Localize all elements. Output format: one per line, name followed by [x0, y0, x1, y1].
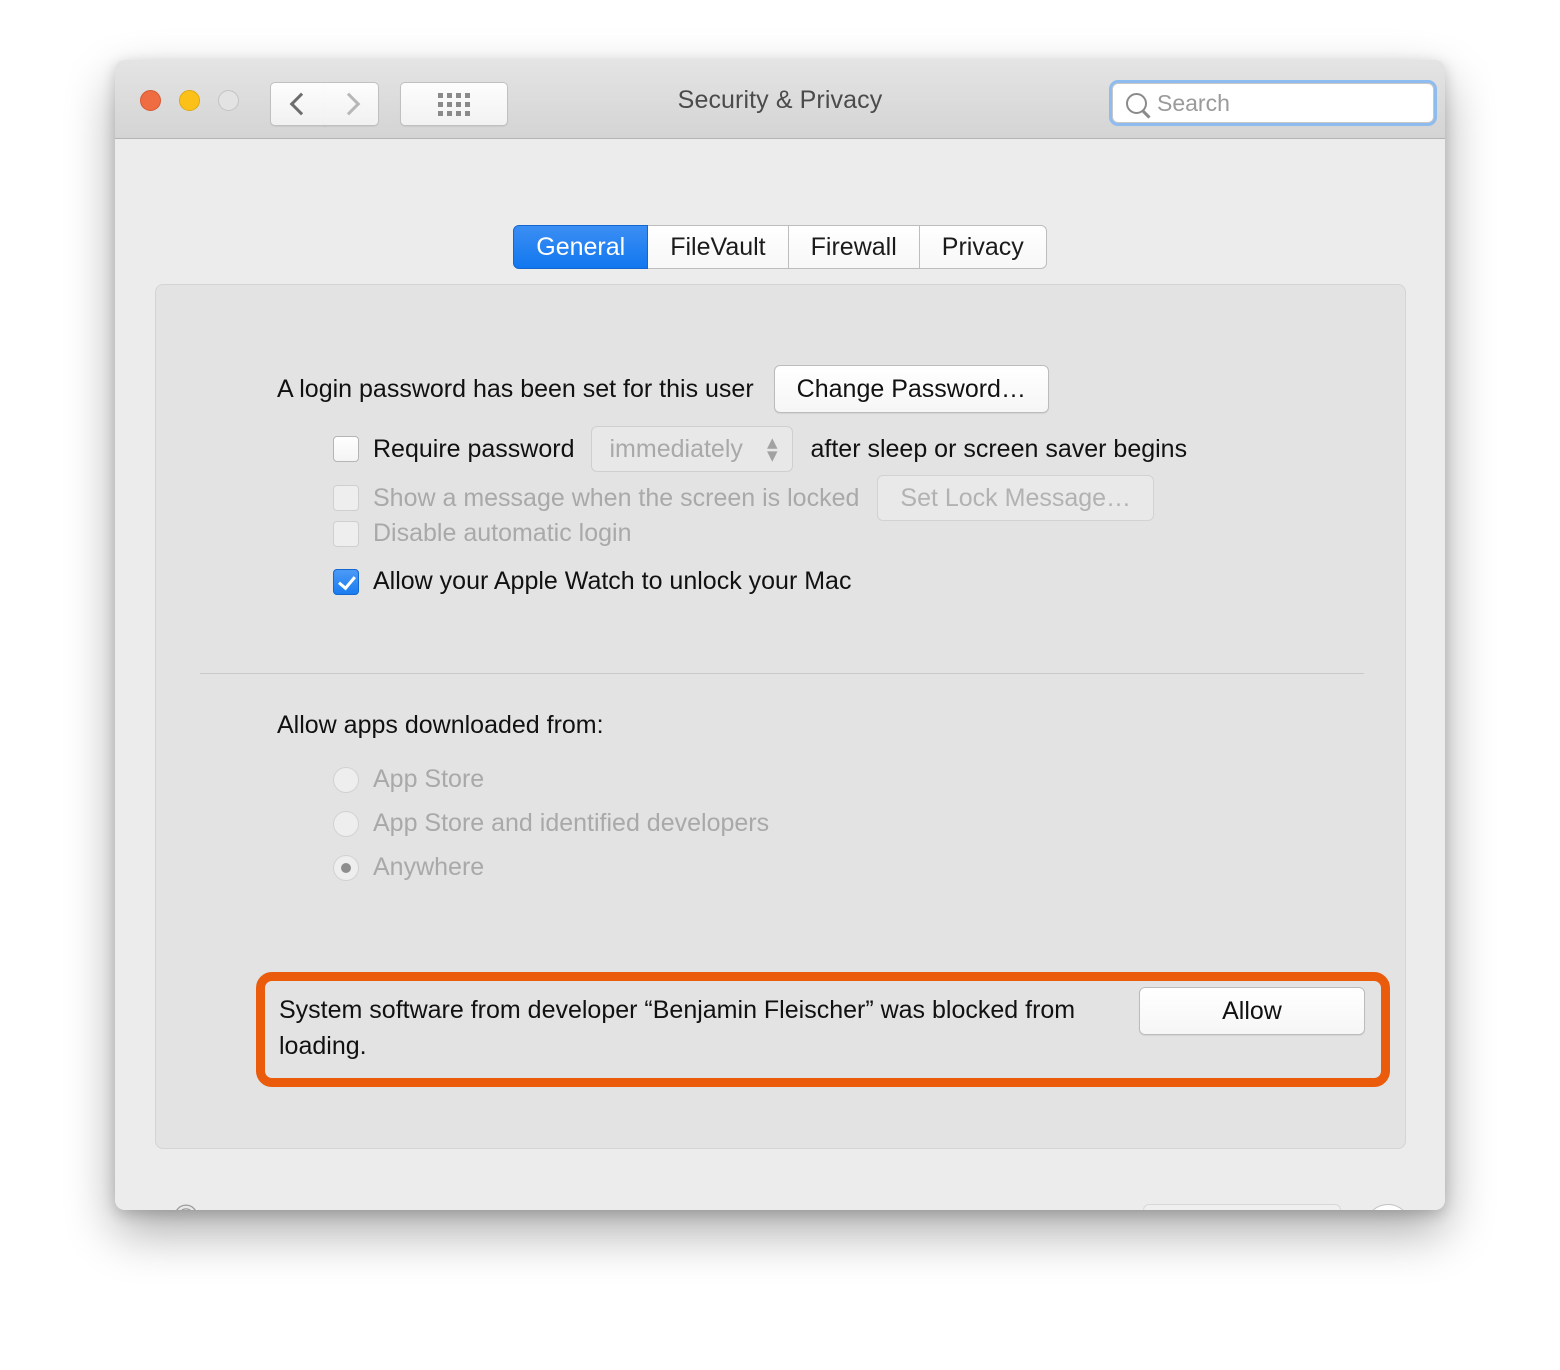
show-lock-message-row: Show a message when the screen is locked… [333, 475, 1155, 521]
require-password-delay-popup[interactable]: immediately ▴ ▾ [590, 426, 793, 472]
identified-developers-label: App Store and identified developers [373, 809, 770, 837]
login-password-text: A login password has been set for this u… [277, 374, 754, 403]
require-password-delay-value: immediately [609, 434, 743, 463]
change-password-button[interactable]: Change Password… [773, 365, 1049, 413]
help-button[interactable]: ? [1365, 1204, 1411, 1210]
show-lock-message-checkbox[interactable] [333, 485, 359, 511]
lock-button[interactable] [163, 1201, 209, 1210]
tab-bar: General FileVault Firewall Privacy [115, 225, 1445, 269]
allow-apps-label: Allow apps downloaded from: [277, 711, 604, 739]
disable-auto-login-label: Disable automatic login [373, 519, 632, 547]
show-lock-message-label: Show a message when the screen is locked [373, 483, 860, 512]
tab-privacy[interactable]: Privacy [919, 225, 1047, 269]
tab-general[interactable]: General [513, 225, 649, 269]
anywhere-radio[interactable] [333, 854, 359, 881]
apple-watch-unlock-checkbox[interactable] [333, 568, 359, 595]
system-preferences-window: Security & Privacy Search General FileVa… [115, 60, 1445, 1210]
search-icon [1126, 92, 1147, 114]
apple-watch-unlock-row: Allow your Apple Watch to unlock your Ma… [333, 567, 851, 596]
apple-watch-unlock-label: Allow your Apple Watch to unlock your Ma… [373, 567, 852, 595]
login-password-row: A login password has been set for this u… [277, 365, 1049, 413]
search-field-focus-ring: Search [1109, 80, 1437, 126]
require-password-checkbox[interactable] [333, 436, 359, 462]
anywhere-label: Anywhere [373, 853, 485, 881]
allow-button[interactable]: Allow [1139, 987, 1365, 1035]
identified-developers-radio[interactable] [333, 810, 359, 837]
blocked-software-message: System software from developer “Benjamin… [279, 996, 1076, 1060]
closed-padlock-icon [176, 1204, 196, 1210]
blocked-software-row: System software from developer “Benjamin… [169, 975, 1393, 1075]
set-lock-message-button[interactable]: Set Lock Message… [877, 475, 1155, 521]
chevron-updown-icon: ▴ ▾ [766, 430, 778, 467]
search-input[interactable]: Search [1112, 83, 1434, 123]
section-divider [200, 673, 1364, 674]
radio-row-app-store[interactable]: App Store [333, 765, 484, 794]
tab-firewall[interactable]: Firewall [788, 225, 920, 269]
require-password-suffix-label: after sleep or screen saver begins [810, 434, 1188, 463]
tab-filevault[interactable]: FileVault [648, 225, 789, 269]
app-store-radio[interactable] [333, 766, 359, 793]
preference-pane-content: General FileVault Firewall Privacy A log… [115, 139, 1445, 1210]
window-titlebar: Security & Privacy Search [115, 60, 1445, 139]
radio-row-identified-developers[interactable]: App Store and identified developers [333, 809, 769, 838]
general-settings-panel: A login password has been set for this u… [155, 284, 1406, 1149]
radio-row-anywhere[interactable]: Anywhere [333, 853, 484, 882]
disable-auto-login-row: Disable automatic login [333, 519, 631, 548]
advanced-button[interactable]: Advanced… [1143, 1204, 1341, 1210]
require-password-label: Require password [373, 434, 575, 463]
disable-auto-login-checkbox[interactable] [333, 520, 359, 547]
require-password-row: Require password immediately ▴ ▾ after sl… [333, 426, 1187, 472]
app-store-label: App Store [373, 765, 485, 793]
search-placeholder: Search [1157, 89, 1230, 116]
